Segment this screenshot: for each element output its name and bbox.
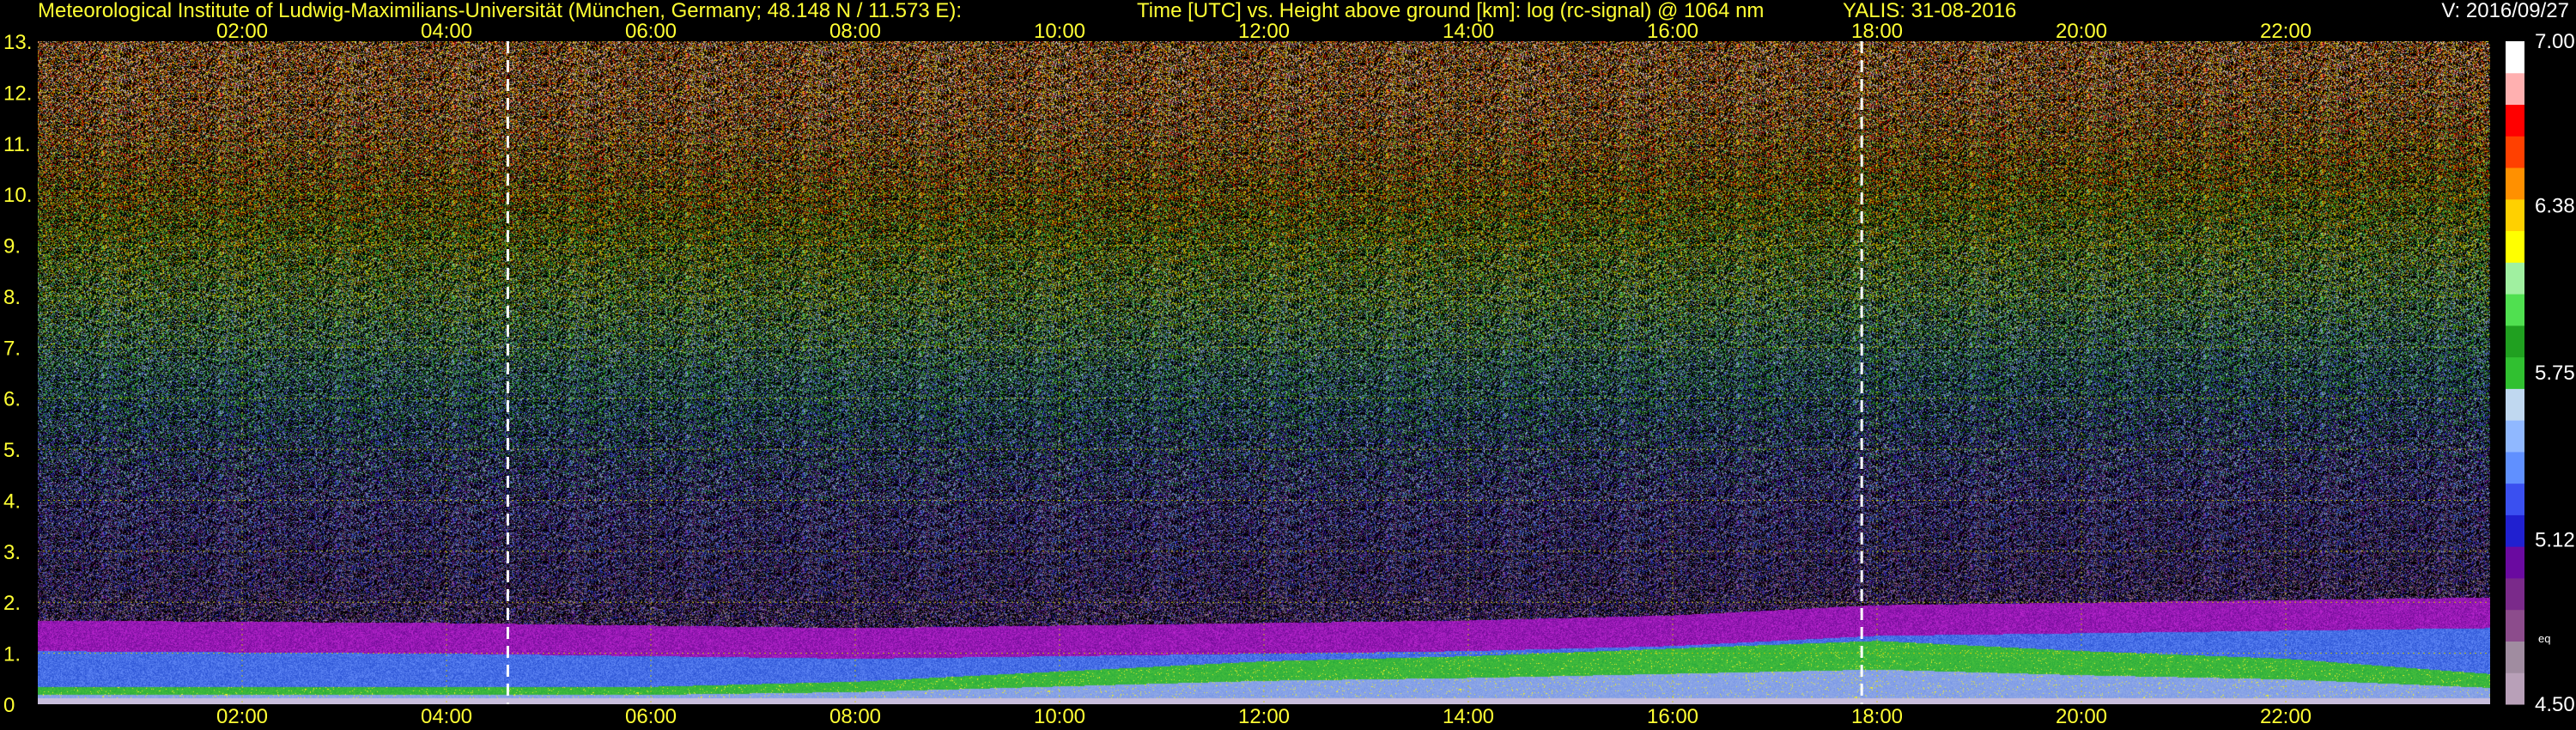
y-tick-label: 9.	[3, 235, 21, 259]
colorbar-swatch	[2506, 388, 2524, 421]
colorbar-tick-label: 7.00	[2535, 30, 2575, 53]
colorbar-tick-label: 4.50	[2535, 693, 2575, 716]
x-tick-label-bottom: 06:00	[625, 705, 677, 728]
x-tick-label-bottom: 04:00	[421, 705, 472, 728]
vertical-markers	[506, 41, 1863, 704]
colorbar-swatch	[2506, 41, 2524, 74]
colorbar-swatch	[2506, 198, 2524, 232]
x-tick-label-bottom: 16:00	[1647, 705, 1698, 728]
colorbar-swatch	[2506, 483, 2524, 515]
colorbar-swatch	[2506, 672, 2524, 705]
x-tick-labels: 02:00 02:00 04:00 04:00 06:00 06:00 08:00 08:00…	[216, 20, 2312, 728]
colorbar-swatch	[2506, 609, 2524, 642]
x-tick-label-bottom: 02:00	[216, 705, 268, 728]
y-tick-label: 0	[3, 694, 15, 717]
colorbar-swatch	[2506, 546, 2524, 579]
x-tick-label-top: 02:00	[216, 20, 268, 43]
x-tick-label-top: 14:00	[1443, 20, 1494, 43]
x-tick-label-top: 08:00	[829, 20, 881, 43]
y-tick-labels: 0 1. 2. 3. 4. 5. 6. 7. 8. 9. 10. 11. 12. 13.	[3, 31, 32, 717]
chart-overlay: 02:00 02:00 04:00 04:00 06:00 06:00 08:00 08:00…	[3, 20, 2575, 728]
y-tick-label: 11.	[3, 133, 31, 156]
x-tick-label-bottom: 18:00	[1851, 705, 1903, 728]
y-tick-label: 3.	[3, 541, 21, 564]
colorbar-swatch	[2506, 136, 2524, 168]
colorbar-swatch	[2506, 294, 2524, 326]
x-tick-label-bottom: 10:00	[1034, 705, 1085, 728]
x-tick-label-bottom: 08:00	[829, 705, 881, 728]
colorbar-unit-label: eq	[2538, 632, 2550, 645]
x-tick-label-top: 16:00	[1647, 20, 1698, 43]
x-tick-label-top: 06:00	[625, 20, 677, 43]
x-tick-label-top: 12:00	[1238, 20, 1290, 43]
y-tick-label: 1.	[3, 643, 21, 666]
y-tick-label: 7.	[3, 337, 21, 360]
colorbar-swatch	[2506, 451, 2524, 484]
y-tick-label: 6.	[3, 388, 21, 411]
x-tick-label-bottom: 12:00	[1238, 705, 1290, 728]
y-tick-label: 4.	[3, 490, 21, 513]
colorbar-swatch	[2506, 262, 2524, 295]
y-tick-label: 12.	[3, 82, 32, 105]
colorbar-swatch	[2506, 356, 2524, 389]
colorbar: 4.50 5.12 5.75 6.38 7.00	[2506, 30, 2575, 716]
x-tick-label-top: 10:00	[1034, 20, 1085, 43]
colorbar-swatch	[2506, 325, 2524, 358]
colorbar-swatch	[2506, 420, 2524, 453]
x-tick-label-bottom: 20:00	[2056, 705, 2107, 728]
colorbar-swatch	[2506, 577, 2524, 611]
y-tick-label: 5.	[3, 439, 21, 462]
colorbar-swatch	[2506, 104, 2524, 137]
y-tick-label: 10.	[3, 184, 32, 207]
colorbar-swatch	[2506, 72, 2524, 106]
colorbar-swatch	[2506, 641, 2524, 673]
colorbar-swatch	[2506, 514, 2524, 547]
y-tick-label: 13.	[3, 31, 32, 54]
colorbar-tick-label: 6.38	[2535, 194, 2575, 217]
x-tick-label-top: 04:00	[421, 20, 472, 43]
x-tick-label-top: 22:00	[2260, 20, 2312, 43]
colorbar-swatch	[2506, 167, 2524, 200]
y-tick-label: 2.	[3, 592, 21, 615]
colorbar-tick-label: 5.75	[2535, 362, 2575, 385]
colorbar-swatch	[2506, 230, 2524, 263]
x-tick-label-top: 18:00	[1851, 20, 1903, 43]
y-tick-label: 8.	[3, 286, 21, 309]
colorbar-tick-label: 5.12	[2535, 529, 2575, 552]
x-tick-label-bottom: 22:00	[2260, 705, 2312, 728]
x-tick-label-top: 20:00	[2056, 20, 2107, 43]
grid-lines	[38, 41, 2490, 704]
x-tick-label-bottom: 14:00	[1443, 705, 1494, 728]
